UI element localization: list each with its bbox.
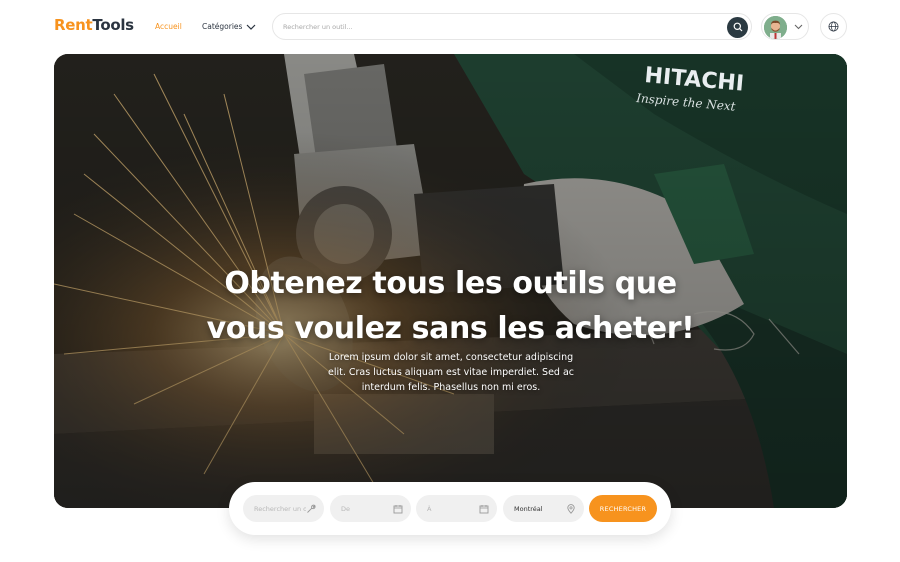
tool-search-placeholder: Rechercher un outil [254,504,306,513]
nav-categories-dropdown[interactable]: Catégories [202,22,256,31]
end-date-field[interactable]: À [416,495,497,522]
nav-link-home[interactable]: Accueil [155,22,182,31]
rental-search-button[interactable]: RECHERCHER [589,495,657,522]
chevron-down-icon [247,24,256,30]
brand-logo-part2: Tools [92,16,134,34]
hero-title: Obtenez tous les outils que vous voulez … [54,261,847,351]
user-menu[interactable] [761,13,809,40]
search-icon [733,22,742,32]
search-button[interactable] [727,16,748,38]
brand-logo[interactable]: RentTools [54,16,134,34]
avatar [764,15,787,39]
language-selector[interactable] [820,13,847,40]
calendar-icon [393,504,403,513]
rental-search-bar: Rechercher un outil De À Montréal RECHER… [229,482,671,535]
search-bar [272,13,752,40]
chevron-down-icon [794,24,803,30]
location-pin-icon [567,503,575,514]
hero-title-line1: Obtenez tous les outils que [224,266,677,301]
start-date-label: De [341,504,351,513]
calendar-icon [479,504,489,513]
city-field[interactable]: Montréal [503,495,584,522]
wrench-icon [307,504,316,513]
city-value: Montréal [514,504,543,513]
globe-icon [828,21,839,32]
hero-description: Lorem ipsum dolor sit amet, consectetur … [327,352,575,393]
nav-categories-label: Catégories [202,22,243,31]
brand-logo-part1: Rent [54,16,93,34]
hero-title-line2: vous voulez sans les acheter! [206,311,695,346]
hero-banner: HITACHI Inspire the Next Obtenez tous le… [54,54,847,508]
end-date-label: À [427,504,432,513]
search-input[interactable] [283,20,703,34]
start-date-field[interactable]: De [330,495,411,522]
tool-search-field[interactable]: Rechercher un outil [243,495,324,522]
top-navbar: RentTools Accueil Catégories [0,0,900,54]
